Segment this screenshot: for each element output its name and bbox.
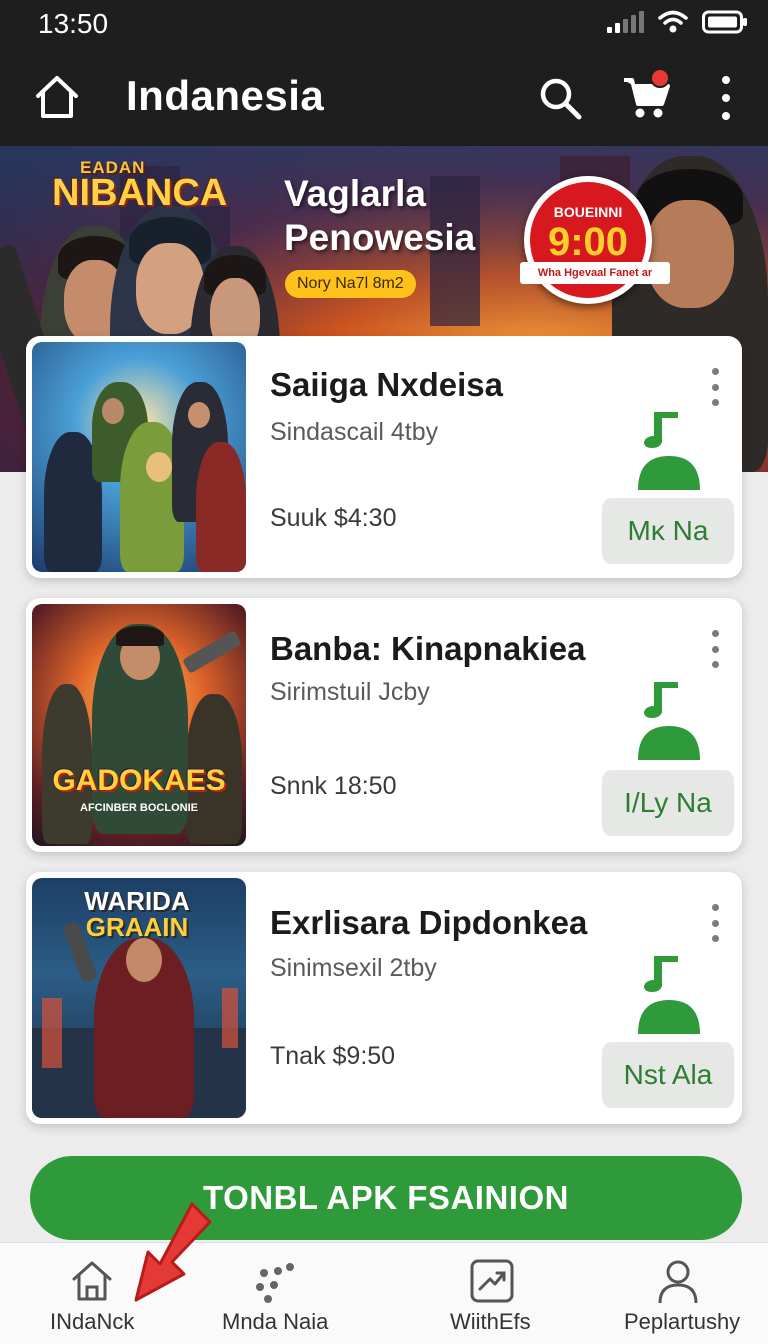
card-action-button[interactable]: I/Ly Na [602,770,734,836]
red-arrow-icon [134,1202,212,1302]
page-title: Indanesia [126,72,325,119]
banner-headline: Vaglarla Penowesia [284,172,475,260]
bottom-nav: INdaNck Mnda Naia WiithEfs Peplartushy [0,1242,768,1344]
game-thumbnail: GADOKAES AFCINBER BOCLONIE [32,604,246,846]
wifi-icon [658,10,688,33]
card-action-button[interactable]: Nst Ala [602,1042,734,1108]
game-thumbnail [32,342,246,572]
banner-headline-line2: Penowesia [284,217,476,258]
nav-label: INdaNck [50,1309,135,1334]
timer-badge: BOUEINNI 9:00 Wha Hgevaal Fanet ar [520,176,670,304]
game-card[interactable]: Saiiga Nxdeisa Sindascail 4tby Suuk $4:3… [26,336,742,578]
battery-icon [702,10,747,34]
nav-item-trending[interactable]: WiithEfs [400,1243,584,1344]
card-more-icon[interactable] [708,630,722,668]
status-time: 13:50 [38,8,109,39]
music-note-icon [638,682,700,760]
thumbnail-subtitle: AFCINBER BOCLONIE [80,802,198,814]
card-more-icon[interactable] [708,904,722,942]
notification-badge [650,68,670,88]
game-thumbnail: WARIDA GRAAIN [32,878,246,1118]
card-title: Banba: Kinapnakiea [270,630,586,667]
search-icon[interactable] [536,74,584,122]
timer-time: 9:00 [547,220,629,264]
home-icon [72,1261,112,1301]
nav-label: Peplartushy [624,1309,741,1334]
music-note-icon [638,956,700,1034]
card-subtitle: Sindascail 4tby [270,418,439,446]
person-icon [658,1260,698,1304]
game-card[interactable]: GADOKAES AFCINBER BOCLONIE Banba: Kinapn… [26,598,742,852]
card-more-icon[interactable] [708,368,722,406]
trending-icon [470,1259,514,1303]
thumbnail-title-line2: GRAAIN [85,912,189,942]
card-subtitle: Sirimstuil Jcby [270,678,430,706]
card-price: Snnk 18:50 [270,772,397,800]
card-action-button[interactable]: Mĸ Na [602,498,734,564]
thumbnail-title: GADOKAES [52,764,226,797]
nav-label: Mnda Naia [222,1309,329,1334]
card-price: Suuk $4:30 [270,504,397,532]
music-note-icon [638,412,700,490]
card-title: Saiiga Nxdeisa [270,366,503,403]
card-title: Exrlisara Dipdonkea [270,904,588,941]
status-bar: 13:50 [0,0,768,48]
card-subtitle: Sinimsexil 2tby [270,954,437,982]
more-menu-icon[interactable] [714,76,738,120]
app-bar: Indanesia [0,48,768,146]
nav-label: WiithEfs [450,1309,531,1334]
card-price: Tnak $9:50 [270,1042,396,1070]
status-icons [607,10,748,34]
timer-label: BOUEINNI [553,204,623,220]
banner-headline-line1: Vaglarla [284,173,426,214]
banner-pill: Nory Na7l 8m2 [285,270,416,298]
thumbnail-title: WARIDA GRAAIN [62,888,212,940]
timer-subtitle: Wha Hgevaal Fanet ar [520,262,670,284]
game-card[interactable]: WARIDA GRAAIN Exrlisara Dipdonkea Sinims… [26,872,742,1124]
thumbnail-title-line1: WARIDA [84,886,190,916]
nav-item-profile[interactable]: Peplartushy [584,1243,768,1344]
dots-icon [256,1263,294,1303]
home-icon[interactable] [32,72,82,122]
signal-icon [607,11,644,33]
banner-logo: NIBANCA [52,172,228,214]
